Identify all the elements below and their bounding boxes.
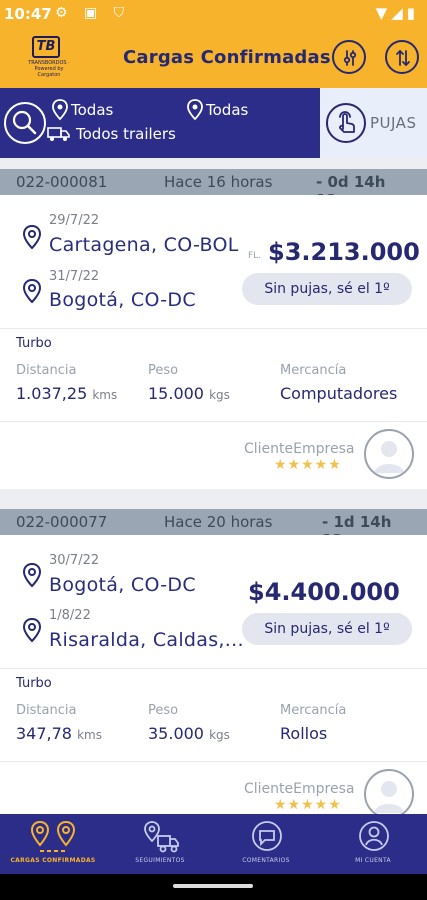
destination-date: 1/8/22 — [49, 608, 91, 623]
bottom-nav: CARGAS CONFIRMADAS SEGUIMIENTOS COMENTAR… — [0, 814, 427, 874]
status-time: 10:47 — [4, 5, 52, 23]
load-price: $4.400.000 — [248, 578, 400, 606]
app-header: 10:47 ⚙ ▣ ⛉ ▼◢▮ TB TRANSBORDOS · Powered… — [0, 0, 427, 88]
distance-value: 1.037,25 kms — [16, 384, 118, 403]
nav-label: MI CUENTA — [355, 857, 391, 864]
comments-icon — [252, 821, 282, 851]
origin-city: Bogotá, CO-DC — [49, 574, 196, 596]
destination-pin-icon — [22, 278, 42, 304]
card-header: 022-000077 Hace 20 horas - 1d 14h 12m — [0, 509, 427, 549]
home-indicator[interactable] — [173, 884, 253, 888]
logo-mark: TB — [32, 36, 60, 58]
search-button[interactable] — [4, 102, 46, 144]
goods-value: Computadores — [280, 384, 398, 403]
goods-label: Mercancía — [280, 363, 347, 378]
bid-button[interactable]: Sin pujas, sé el 1º — [242, 613, 412, 645]
gesture-area — [0, 874, 427, 900]
rating-stars: ★★★★★ — [274, 457, 342, 473]
load-id: 022-000077 — [16, 513, 108, 531]
nav-seguimientos[interactable]: SEGUIMIENTOS — [107, 814, 213, 874]
card-divider — [0, 668, 427, 669]
destination-pin-icon — [22, 617, 42, 643]
trailer-filter[interactable]: Todos trailers — [76, 125, 176, 143]
sort-arrows-icon — [396, 50, 410, 66]
price-prefix: FL. — [248, 251, 262, 261]
hand-tap-icon — [339, 111, 355, 133]
pujas-label: PUJAS — [370, 114, 417, 132]
client-avatar[interactable] — [364, 769, 414, 819]
posted-time: Hace 16 horas — [164, 173, 273, 191]
trailer-type: Turbo — [16, 676, 52, 691]
destination-pin-icon — [187, 99, 203, 121]
weight-value: 15.000 kgs — [148, 384, 230, 403]
filter-settings-button[interactable] — [332, 40, 366, 74]
goods-value: Rollos — [280, 724, 328, 743]
origin-date: 30/7/22 — [49, 553, 100, 568]
card-divider — [0, 421, 427, 422]
sliders-icon — [343, 50, 357, 66]
bid-button[interactable]: Sin pujas, sé el 1º — [242, 273, 412, 305]
distance-label: Distancia — [16, 363, 77, 378]
destination-city: Bogotá, CO-DC — [49, 289, 196, 311]
sort-button[interactable] — [385, 40, 419, 74]
posted-time: Hace 20 horas — [164, 513, 273, 531]
card-header: 022-000081 Hace 16 horas - 0d 14h 12m — [0, 169, 427, 209]
nav-label: COMENTARIOS — [242, 857, 290, 864]
pujas-toggle[interactable]: PUJAS — [320, 88, 427, 158]
signal-battery-icons: ▼◢▮ — [375, 4, 419, 22]
map-pins-icon — [30, 820, 76, 852]
origin-city: Cartagena, CO-BOL — [49, 234, 239, 256]
search-icon — [12, 110, 37, 135]
client-avatar[interactable] — [364, 429, 414, 479]
destination-filter[interactable]: Todas — [206, 101, 248, 119]
distance-label: Distancia — [16, 703, 77, 718]
weight-label: Peso — [148, 703, 179, 718]
nav-label: CARGAS CONFIRMADAS — [10, 857, 96, 864]
client-name: ClienteEmpresa — [244, 781, 355, 797]
user-silhouette-icon — [374, 441, 404, 473]
load-price: $3.213.000 — [268, 238, 420, 266]
origin-filter[interactable]: Todas — [71, 101, 113, 119]
app-screen: 10:47 ⚙ ▣ ⛉ ▼◢▮ TB TRANSBORDOS · Powered… — [0, 0, 427, 900]
load-card[interactable]: 29/7/22 Cartagena, CO-BOL 31/7/22 Bogotá… — [0, 195, 427, 489]
trailer-type: Turbo — [16, 336, 52, 351]
tracking-truck-icon — [144, 821, 179, 853]
rating-stars: ★★★★★ — [274, 797, 342, 813]
destination-city: Risaralda, Caldas,... — [49, 629, 244, 651]
nav-mi-cuenta[interactable]: MI CUENTA — [320, 814, 426, 874]
weight-label: Peso — [148, 363, 179, 378]
nav-cargas-confirmadas[interactable]: CARGAS CONFIRMADAS — [0, 814, 106, 874]
card-divider — [0, 761, 427, 762]
user-silhouette-icon — [374, 781, 404, 813]
nav-label: SEGUIMIENTOS — [135, 857, 185, 864]
goods-label: Mercancía — [280, 703, 347, 718]
card-divider — [0, 328, 427, 329]
account-icon — [359, 821, 389, 851]
nav-comentarios[interactable]: COMENTARIOS — [213, 814, 319, 874]
origin-pin-icon — [22, 224, 42, 250]
origin-date: 29/7/22 — [49, 213, 100, 228]
notification-icons: ⚙ ▣ ⛉ — [55, 5, 131, 21]
destination-date: 31/7/22 — [49, 269, 100, 284]
load-card[interactable]: 30/7/22 Bogotá, CO-DC 1/8/22 Risaralda, … — [0, 535, 427, 819]
page-title: Cargas Confirmadas — [123, 47, 331, 68]
origin-pin-icon — [52, 99, 68, 121]
pujas-icon-circle — [326, 103, 366, 143]
load-id: 022-000081 — [16, 173, 108, 191]
distance-value: 347,78 kms — [16, 724, 102, 743]
status-bar: 10:47 ⚙ ▣ ⛉ ▼◢▮ — [0, 0, 427, 28]
origin-pin-icon — [22, 562, 42, 588]
logo-subtitle: TRANSBORDOS · Powered by Cargaton — [28, 60, 70, 78]
truck-icon — [47, 127, 70, 141]
app-logo: TB TRANSBORDOS · Powered by Cargaton — [26, 36, 72, 78]
weight-value: 35.000 kgs — [148, 724, 230, 743]
client-name: ClienteEmpresa — [244, 441, 355, 457]
